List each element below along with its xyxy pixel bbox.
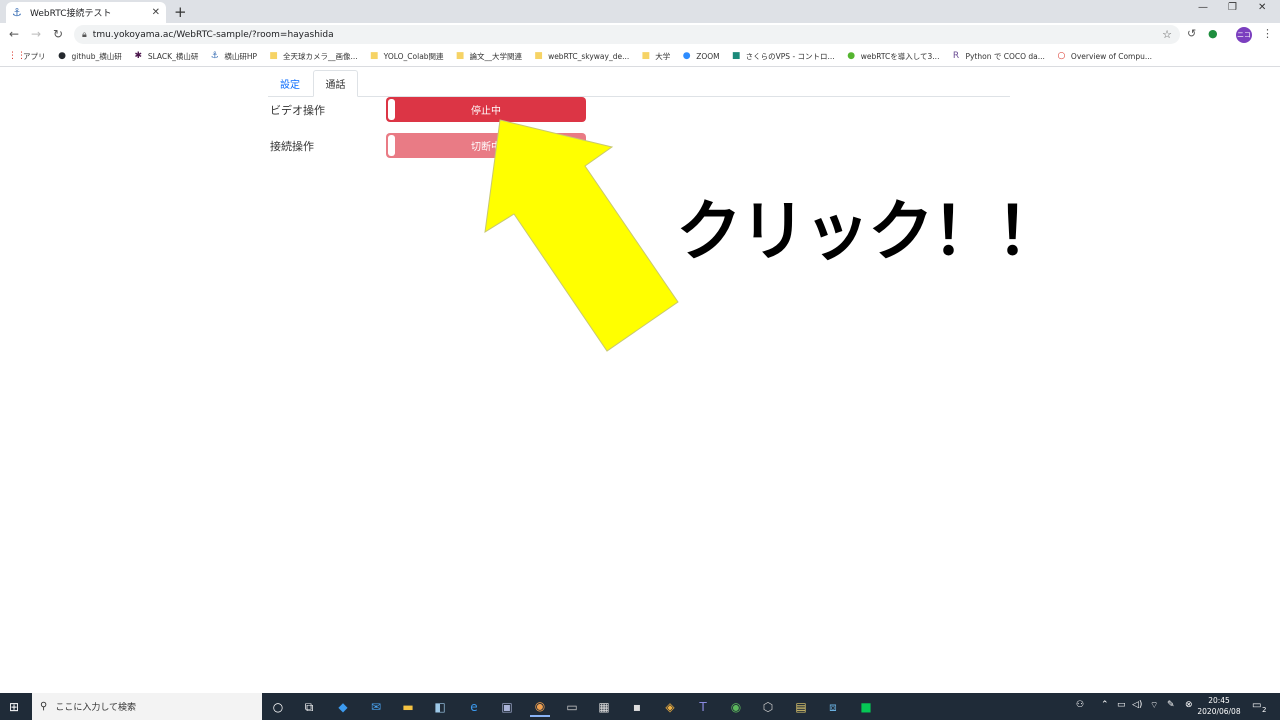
notification-count: 2 [1262,706,1267,714]
security-icon[interactable]: ⊗ [1185,700,1193,710]
notes-icon[interactable]: ◧ [430,697,450,717]
app-icon[interactable]: ▤ [791,697,811,717]
taskbar-search[interactable]: ⚲ ここに入力して検索 [32,693,262,720]
remote-icon[interactable]: ▣ [497,697,517,717]
virtualbox-icon[interactable]: ⬡ [758,697,778,717]
tray-chevron-icon[interactable]: ⌃ [1101,700,1109,710]
cortana-icon[interactable]: ○ [268,697,288,717]
windows-taskbar: ⊞ ⚲ ここに入力して検索 ○ ⧉ ◆ ✉ ▬ ◧ e ▣ ◉ ▭ ▦ ▪ ◈ … [0,693,1280,720]
annotation-arrow [484,119,679,352]
network-app-icon[interactable]: ⧈ [823,697,843,717]
git-icon[interactable]: ◈ [660,697,680,717]
explorer-icon[interactable]: ▬ [398,697,418,717]
volume-icon[interactable]: ◁) [1132,700,1142,710]
chrome-icon[interactable]: ◉ [530,697,550,717]
click-annotation-text: クリック！！ [676,193,1062,270]
terminal-icon[interactable]: ▪ [627,697,647,717]
arrow-shape [484,119,679,352]
window-icon[interactable]: ▭ [562,697,582,717]
vscode-icon[interactable]: ◆ [333,697,353,717]
edge-icon[interactable]: e [464,697,484,717]
task-view-icon[interactable]: ⧉ [299,697,319,717]
notification-icon[interactable]: ▭ [1252,700,1261,711]
search-placeholder: ここに入力して検索 [55,703,137,713]
windows-start-icon[interactable]: ⊞ [9,700,19,714]
search-icon: ⚲ [40,701,48,712]
clock-time: 20:45 [1208,696,1230,705]
clock[interactable]: 20:45 2020/06/08 [1196,695,1242,717]
battery-icon[interactable]: ▭ [1117,700,1126,710]
line-icon[interactable]: ■ [856,697,876,717]
pen-icon[interactable]: ✎ [1167,700,1175,710]
people-icon[interactable]: ⚇ [1076,700,1084,710]
teams-icon[interactable]: T [693,697,713,717]
wifi-icon[interactable]: ⌔ [1150,700,1158,711]
store-icon[interactable]: ▦ [594,697,614,717]
chrome-alt-icon[interactable]: ◉ [726,697,746,717]
mail-icon[interactable]: ✉ [366,697,386,717]
clock-date: 2020/06/08 [1197,707,1241,716]
